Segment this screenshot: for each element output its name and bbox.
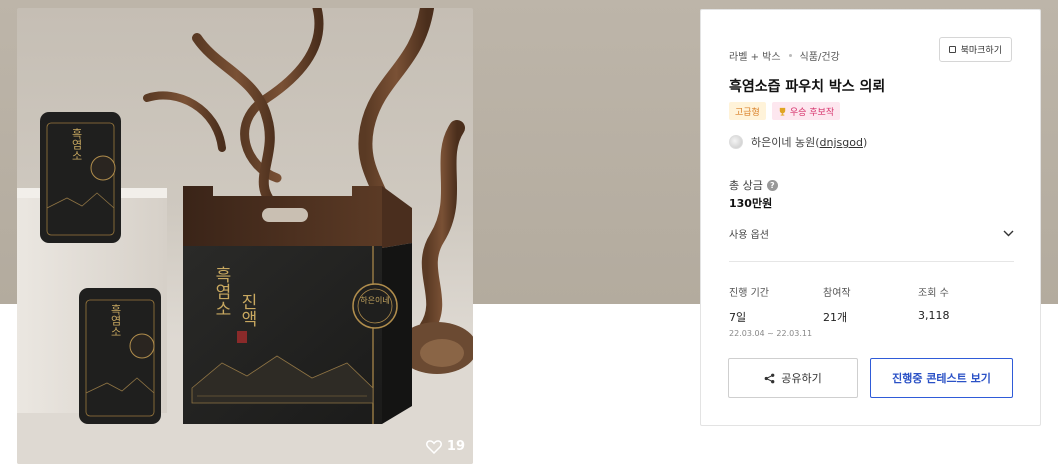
views-label: 조회 수 <box>918 288 949 299</box>
client-handle[interactable]: dnjsgod <box>820 136 863 149</box>
share-button[interactable]: 공유하기 <box>728 358 858 398</box>
stat-period: 진행 기간 7일 22.03.04 ~ 22.03.11 <box>729 284 812 338</box>
box-label-2: 진액 <box>237 293 257 327</box>
contest-info-card: 라벨 + 박스 식품/건강 북마크하기 흑염소즙 파우치 박스 의뢰 고급형 우… <box>700 9 1041 426</box>
grade-badge-label: 고급형 <box>735 107 760 118</box>
prize-value: 130만원 <box>729 197 773 210</box>
period-value: 7일 <box>729 311 747 324</box>
period-range: 22.03.04 ~ 22.03.11 <box>729 329 813 338</box>
like-counter[interactable]: 19 <box>425 439 465 454</box>
options-label: 사용 옵션 <box>729 229 769 241</box>
bookmark-button[interactable]: 북마크하기 <box>938 37 1012 62</box>
views-value: 3,118 <box>918 309 950 322</box>
bookmark-label: 북마크하기 <box>960 46 1002 56</box>
view-active-contest-button[interactable]: 진행중 콘테스트 보기 <box>870 358 1013 398</box>
contest-title: 흑염소즙 파우치 박스 의뢰 <box>729 79 886 95</box>
heart-icon <box>425 439 442 454</box>
like-count: 19 <box>446 439 465 454</box>
product-photo-illustration <box>17 8 473 464</box>
bookmark-icon <box>948 46 956 53</box>
period-label: 진행 기간 <box>729 288 769 299</box>
winner-candidate-badge: 우승 후보작 <box>771 102 841 120</box>
winner-badge-label: 우승 후보작 <box>789 107 835 118</box>
product-image[interactable]: 흑염소 흑염소 흑염소 진액 하은이네 19 <box>17 8 473 464</box>
prize-label: 총 상금 ? <box>729 177 778 193</box>
box-label-1: 흑염소 <box>211 266 231 317</box>
entries-value: 21개 <box>823 311 848 324</box>
box-seal-label: 하은이네 <box>360 296 390 305</box>
breadcrumb-separator <box>788 54 792 57</box>
badge-row: 고급형 우승 후보작 <box>729 102 841 120</box>
stat-entries: 참여작 21개 <box>823 284 851 325</box>
share-label: 공유하기 <box>781 372 822 385</box>
entries-label: 참여작 <box>823 288 851 299</box>
grade-badge: 고급형 <box>729 102 766 120</box>
stat-views: 조회 수 3,118 <box>918 284 950 322</box>
share-icon <box>764 373 775 383</box>
avatar <box>729 135 743 149</box>
chevron-down-icon <box>1003 230 1014 236</box>
contest-button-label: 진행중 콘테스트 보기 <box>892 372 991 385</box>
options-dropdown[interactable]: 사용 옵션 <box>729 222 1014 244</box>
breadcrumb-category[interactable]: 라벨 + 박스 <box>729 48 781 63</box>
help-icon[interactable]: ? <box>766 179 778 191</box>
client-info[interactable]: 하은이네 농원(dnjsgod) <box>729 134 867 150</box>
pouch2-label: 흑염소 <box>109 304 122 337</box>
divider <box>729 261 1014 262</box>
trophy-icon <box>779 107 786 116</box>
breadcrumb: 라벨 + 박스 식품/건강 <box>729 48 840 63</box>
breadcrumb-subcategory[interactable]: 식품/건강 <box>800 48 840 63</box>
client-name: 하은이네 농원(dnjsgod) <box>751 136 868 149</box>
pouch1-label: 흑염소 <box>70 128 83 161</box>
